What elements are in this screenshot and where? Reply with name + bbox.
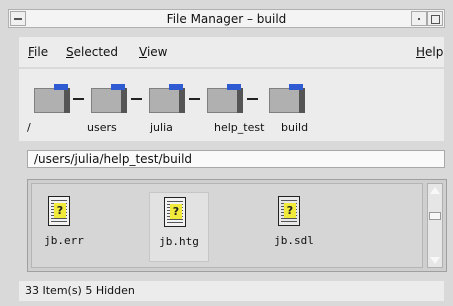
- menu-file[interactable]: File: [28, 45, 48, 59]
- folder-icon-julia[interactable]: [149, 84, 185, 114]
- folder-icon-root[interactable]: [34, 84, 70, 114]
- path-label-root[interactable]: /: [27, 121, 31, 134]
- scroll-down-arrow-icon[interactable]: [428, 255, 442, 267]
- file-manager-window: File Manager – build File Selected View …: [0, 0, 453, 306]
- folder-icon-help-test[interactable]: [207, 84, 243, 114]
- file-item-jb-htg[interactable]: ? jb.htg: [149, 192, 209, 262]
- path-navigator: / users julia help_test build: [19, 69, 444, 141]
- location-field[interactable]: /users/julia/help_test/build: [27, 150, 445, 168]
- path-connector: [247, 98, 258, 100]
- folder-icon-build[interactable]: [269, 84, 305, 114]
- scroll-thumb[interactable]: [429, 212, 441, 220]
- help-document-icon: ?: [278, 196, 300, 226]
- path-label-help-test[interactable]: help_test: [214, 121, 264, 134]
- path-connector: [189, 98, 200, 100]
- file-name: jb.err: [44, 234, 84, 247]
- path-label-users[interactable]: users: [87, 121, 117, 134]
- path-label-julia[interactable]: julia: [150, 121, 173, 134]
- scroll-up-arrow-icon[interactable]: [428, 184, 442, 196]
- status-bar: 33 Item(s) 5 Hidden: [19, 281, 444, 301]
- path-connector: [73, 98, 84, 100]
- file-view: ? jb.err ? jb.htg ? jb.sdl: [27, 179, 447, 272]
- maximize-button[interactable]: [427, 11, 443, 26]
- window-title: File Manager – build: [166, 12, 287, 26]
- path-connector: [131, 98, 142, 100]
- title-bar[interactable]: File Manager – build: [8, 9, 445, 28]
- file-list: ? jb.err ? jb.htg ? jb.sdl: [31, 183, 423, 268]
- file-item-jb-sdl[interactable]: ? jb.sdl: [264, 192, 324, 262]
- menu-selected[interactable]: Selected: [66, 45, 118, 59]
- help-document-icon: ?: [164, 197, 186, 227]
- folder-icon-users[interactable]: [91, 84, 127, 114]
- file-name: jb.sdl: [274, 234, 314, 247]
- vertical-scrollbar[interactable]: [427, 183, 443, 268]
- minimize-button[interactable]: [411, 11, 427, 26]
- file-item-jb-err[interactable]: ? jb.err: [34, 192, 94, 262]
- menu-view[interactable]: View: [139, 45, 167, 59]
- menu-help[interactable]: Help: [416, 45, 443, 59]
- menu-bar: File Selected View Help: [19, 37, 444, 67]
- help-document-icon: ?: [48, 196, 70, 226]
- path-label-build[interactable]: build: [281, 121, 308, 134]
- file-name: jb.htg: [159, 235, 199, 248]
